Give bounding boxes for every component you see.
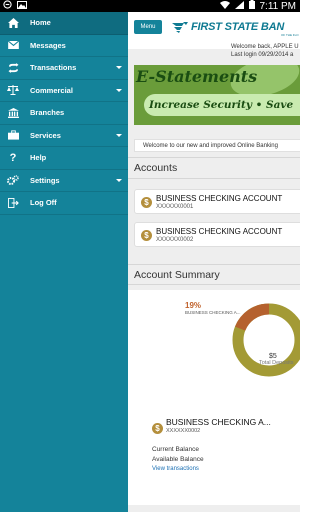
nav-label: Messages — [30, 40, 66, 50]
main-content: Menu FIRST STATE BAN OF THE FLO Welcome … — [128, 12, 300, 512]
nav-item-commercial[interactable]: Commercial — [0, 80, 128, 102]
chevron-down-icon — [116, 66, 122, 69]
nav-label: Commercial — [30, 85, 73, 95]
wifi-icon — [219, 0, 230, 12]
divider — [128, 157, 300, 158]
nav-drawer: Home Messages Transactions Commercial Br… — [0, 12, 128, 512]
estatements-banner[interactable]: E-Statements Increase Security • Save — [134, 65, 300, 125]
logout-icon — [6, 196, 20, 210]
deposits-donut-chart — [232, 303, 300, 377]
nav-item-branches[interactable]: Branches — [0, 102, 128, 125]
divider — [128, 178, 300, 179]
accounts-title: Accounts — [134, 162, 178, 174]
nav-item-transactions[interactable]: Transactions — [0, 57, 128, 80]
account-summary-card: 19% BUSINESS CHECKING A... $5 Total Depo… — [128, 290, 300, 505]
menu-button[interactable]: Menu — [134, 20, 162, 34]
briefcase-icon — [6, 128, 20, 142]
donut-percent: 19% — [185, 301, 202, 310]
nav-item-logoff[interactable]: Log Off — [0, 192, 128, 215]
image-notification-icon — [17, 0, 27, 12]
nav-label: Services — [30, 130, 61, 140]
gears-icon — [6, 173, 20, 187]
summary-account-name[interactable]: BUSINESS CHECKING A... — [166, 417, 271, 427]
account-name: BUSINESS CHECKING ACCOUNT — [156, 194, 283, 203]
nav-item-settings[interactable]: Settings — [0, 170, 128, 192]
scales-icon — [6, 83, 20, 97]
summary-title: Account Summary — [134, 269, 220, 281]
notification-icon — [3, 0, 12, 12]
bank-logo: FIRST STATE BAN — [172, 21, 284, 33]
status-time: 7:11 PM — [259, 0, 297, 12]
envelope-icon — [6, 38, 20, 52]
dollar-coin-icon: $ — [141, 197, 152, 208]
banner-tagline: Increase Security • Save — [144, 94, 300, 116]
account-name: BUSINESS CHECKING ACCOUNT — [156, 227, 283, 236]
nav-label: Log Off — [30, 198, 57, 208]
nav-label: Settings — [30, 175, 60, 185]
total-label: Total Deposits — [259, 360, 294, 366]
question-icon: ? — [9, 151, 17, 164]
nav-label: Help — [30, 153, 47, 163]
dollar-coin-icon: $ — [141, 230, 152, 241]
nav-item-help[interactable]: ? Help — [0, 147, 128, 170]
bank-name: FIRST STATE BAN — [191, 21, 285, 33]
view-transactions-link[interactable]: View transactions — [152, 466, 199, 472]
current-balance-label: Current Balance — [152, 446, 199, 453]
signal-icon — [234, 0, 244, 12]
banner-title: E-Statements — [136, 67, 258, 86]
welcome-notice: Welcome to our new and improved Online B… — [134, 139, 300, 152]
chevron-down-icon — [116, 178, 122, 182]
bank-subtitle: OF THE FLO — [281, 33, 299, 37]
summary-account-number: XXXXXX0002 — [166, 428, 201, 434]
home-icon — [6, 16, 20, 30]
chevron-down-icon — [116, 88, 122, 92]
divider — [128, 284, 300, 285]
donut-slice — [235, 303, 270, 331]
account-number: XXXXXX0001 — [156, 204, 194, 210]
total-amount: $5 — [269, 353, 277, 360]
battery-icon — [248, 0, 255, 12]
nav-label: Branches — [30, 108, 65, 118]
bank-building-icon — [6, 106, 20, 120]
transfer-arrows-icon — [6, 61, 20, 75]
last-login-line: Last login 09/29/2014 a — [231, 52, 294, 58]
account-card[interactable]: $ BUSINESS CHECKING ACCOUNT XXXXXX0002 — [134, 222, 300, 247]
nav-item-services[interactable]: Services — [0, 125, 128, 147]
account-number: XXXXXX0002 — [156, 237, 194, 243]
chevron-down-icon — [116, 133, 122, 137]
available-balance-label: Available Balance — [152, 456, 204, 463]
nav-label: Home — [30, 18, 51, 28]
status-bar: 7:11 PM — [0, 0, 300, 12]
dollar-coin-icon: $ — [152, 423, 163, 434]
welcome-text: Welcome back, APPLE U Last login 09/29/2… — [231, 43, 299, 59]
bank-logo-mark-icon — [172, 21, 188, 33]
account-card[interactable]: $ BUSINESS CHECKING ACCOUNT XXXXXX0001 — [134, 189, 300, 214]
nav-item-home[interactable]: Home — [0, 12, 128, 35]
nav-item-messages[interactable]: Messages — [0, 35, 128, 57]
divider — [128, 264, 300, 265]
nav-label: Transactions — [30, 63, 77, 73]
welcome-line: Welcome back, APPLE U — [231, 44, 299, 50]
